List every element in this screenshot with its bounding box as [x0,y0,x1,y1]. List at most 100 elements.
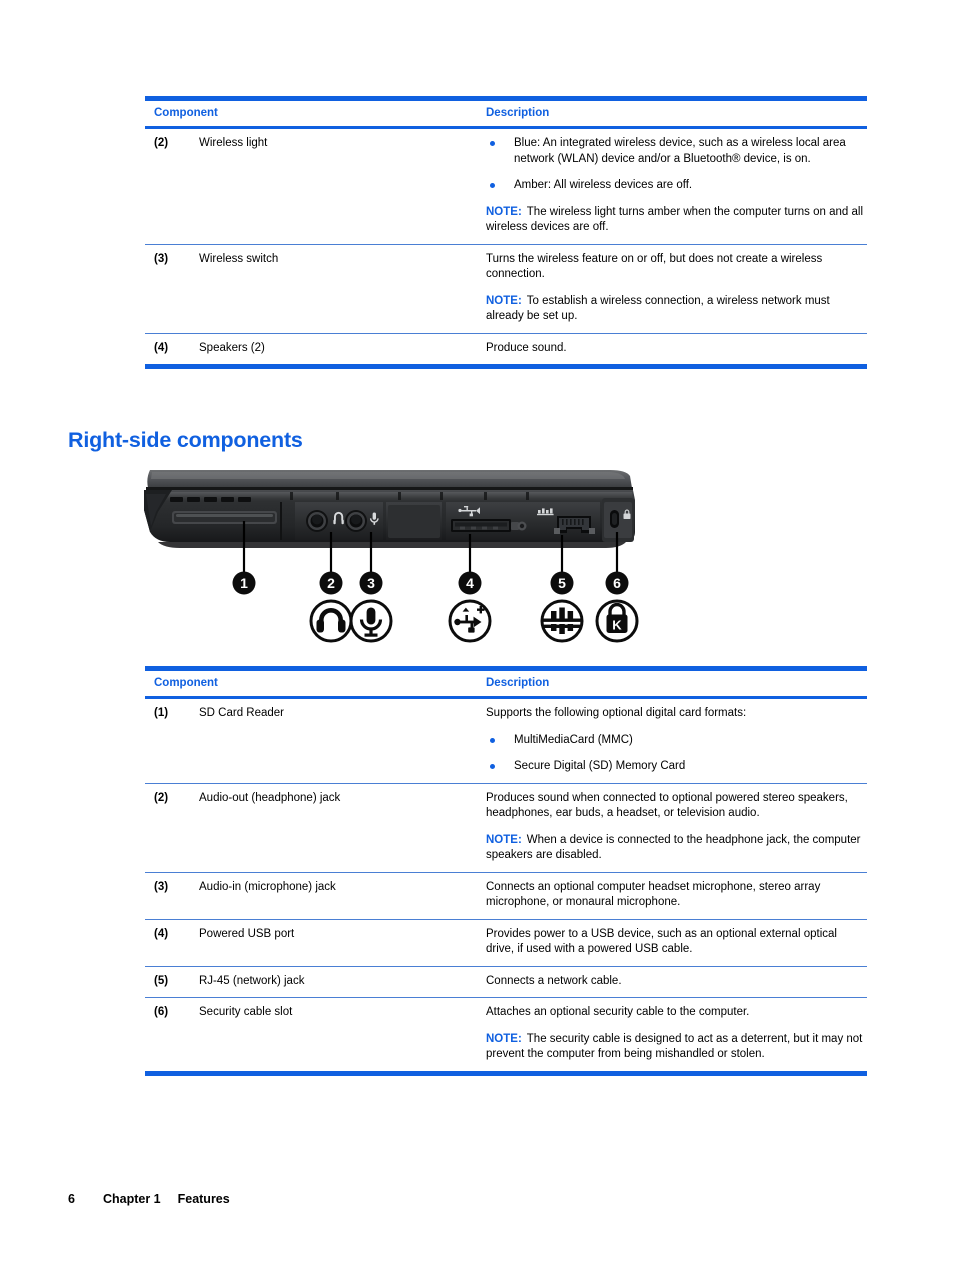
header-description: Description [486,677,550,689]
note-label: NOTE: [486,833,522,846]
table-row: (6) Security cable slot Attaches an opti… [145,998,867,1071]
row-number: (3) [154,880,169,893]
row-component-name: Wireless switch [199,252,279,265]
row-number: (1) [154,707,169,719]
svg-text:1: 1 [240,575,248,591]
note-paragraph: NOTE: When a device is connected to the h… [486,833,867,864]
headphone-icon [309,599,353,643]
note-text: The wireless light turns amber when the … [486,205,864,234]
components-table-top: Component Description (2) Wireless light… [145,96,867,369]
page-title: Right-side components [68,428,303,452]
note-label: NOTE: [486,294,522,307]
header-spacer [145,106,154,120]
usb-power-icon [448,599,492,643]
page-number: 6 [68,1192,75,1206]
table-bottom-rule [145,1070,867,1076]
row-component-name: Wireless light [199,137,268,149]
row-component-name: Speakers (2) [199,341,265,354]
svg-text:5: 5 [558,575,566,591]
footer-chapter-title: Features [177,1192,230,1206]
row-number: (4) [154,927,169,940]
footer-chapter: Chapter 1 [102,1192,161,1206]
header-component: Component [154,107,218,119]
table-bottom-rule [145,364,867,369]
row-component-name: SD Card Reader [199,707,285,719]
document-page: Component Description (2) Wireless light… [0,0,954,1270]
header-description: Description [486,107,550,119]
note-text: The security cable is designed to act as… [486,1032,863,1061]
row-description: Attaches an optional security cable to t… [486,1005,867,1063]
table-row: (4) Powered USB port Provides power to a… [145,920,867,966]
row-description: Connects an optional computer headset mi… [486,880,867,911]
callout-4: 4 [458,571,482,595]
row-description: Connects a network cable. [486,974,867,990]
table-row: (4) Speakers (2) Produce sound. [145,334,867,365]
table-row: (3) Wireless switch Turns the wireless f… [145,245,867,333]
table-row: (2) Wireless light Blue: An integrated w… [145,129,867,244]
row-component-name: RJ-45 (network) jack [199,974,305,987]
header-component: Component [154,677,218,689]
row-description: Produces sound when connected to optiona… [486,791,867,864]
row-number: (2) [154,791,169,804]
callout-markers: 1 2 3 4 5 6 [232,571,629,595]
description-paragraph: Provides power to a USB device, such as … [486,927,837,956]
row-number: (4) [154,341,169,354]
note-paragraph: NOTE: The security cable is designed to a… [486,1032,867,1063]
row-description: Produce sound. [486,341,867,357]
row-component-name: Audio-out (headphone) jack [199,791,341,804]
note-label: NOTE: [486,1032,522,1045]
callout-1: 1 [232,571,256,595]
table-row: (3) Audio-in (microphone) jack Connects … [145,873,867,919]
callout-5: 5 [550,571,574,595]
note-label: NOTE: [486,205,522,218]
list-item: Blue: An integrated wireless device, suc… [486,136,867,167]
callout-6: 6 [605,571,629,595]
right-side-components-figure: 1 2 3 4 5 6 K [140,466,640,651]
svg-text:2: 2 [327,575,335,591]
row-number: (2) [154,137,169,149]
description-paragraph: Supports the following optional digital … [486,707,747,719]
row-description: Turns the wireless feature on or off, bu… [486,252,867,325]
row-number: (5) [154,974,169,987]
svg-text:4: 4 [466,575,474,591]
table-row: (1) SD Card Reader Supports the followin… [145,699,867,783]
list-item: Secure Digital (SD) Memory Card [486,759,867,775]
row-description: Supports the following optional digital … [486,706,867,775]
table-row: (5) RJ-45 (network) jack Connects a netw… [145,967,867,998]
table-row: (2) Audio-out (headphone) jack Produces … [145,784,867,872]
description-paragraph: Attaches an optional security cable to t… [486,1006,750,1018]
svg-text:K: K [612,618,622,633]
description-paragraph: Turns the wireless feature on or off, bu… [486,252,823,281]
list-item: MultiMediaCard (MMC) [486,733,867,749]
row-component-name: Powered USB port [199,927,295,940]
table-header-row: Component Description [145,101,867,126]
note-text: When a device is connected to the headph… [486,833,861,862]
row-component-name: Audio-in (microphone) jack [199,880,336,893]
row-number: (3) [154,252,169,265]
svg-text:6: 6 [613,575,621,591]
description-paragraph: Produce sound. [486,341,567,354]
page-footer: 6 Chapter 1 Features [68,1192,230,1206]
note-paragraph: NOTE: The wireless light turns amber when… [486,205,867,236]
description-paragraph: Connects a network cable. [486,974,622,987]
svg-text:3: 3 [367,575,375,591]
row-description: Provides power to a USB device, such as … [486,927,867,958]
list-item: Amber: All wireless devices are off. [486,178,867,194]
callout-3: 3 [359,571,383,595]
row-component-name: Security cable slot [199,1006,293,1018]
bullet-list: MultiMediaCard (MMC) Secure Digital (SD)… [486,733,867,775]
note-text: To establish a wireless connection, a wi… [486,294,830,323]
row-number: (6) [154,1006,169,1018]
header-spacer [145,676,154,690]
lock-icon: K [595,599,639,643]
callout-2: 2 [319,571,343,595]
microphone-icon [349,599,393,643]
description-paragraph: Produces sound when connected to optiona… [486,791,848,820]
network-icon [540,599,584,643]
note-paragraph: NOTE: To establish a wireless connection,… [486,294,867,325]
table-header-row: Component Description [145,671,867,696]
row-description: Blue: An integrated wireless device, suc… [486,136,867,236]
components-table-bottom: Component Description (1) SD Card Reader… [145,666,867,1076]
description-paragraph: Connects an optional computer headset mi… [486,880,821,909]
bullet-list: Blue: An integrated wireless device, suc… [486,136,867,194]
